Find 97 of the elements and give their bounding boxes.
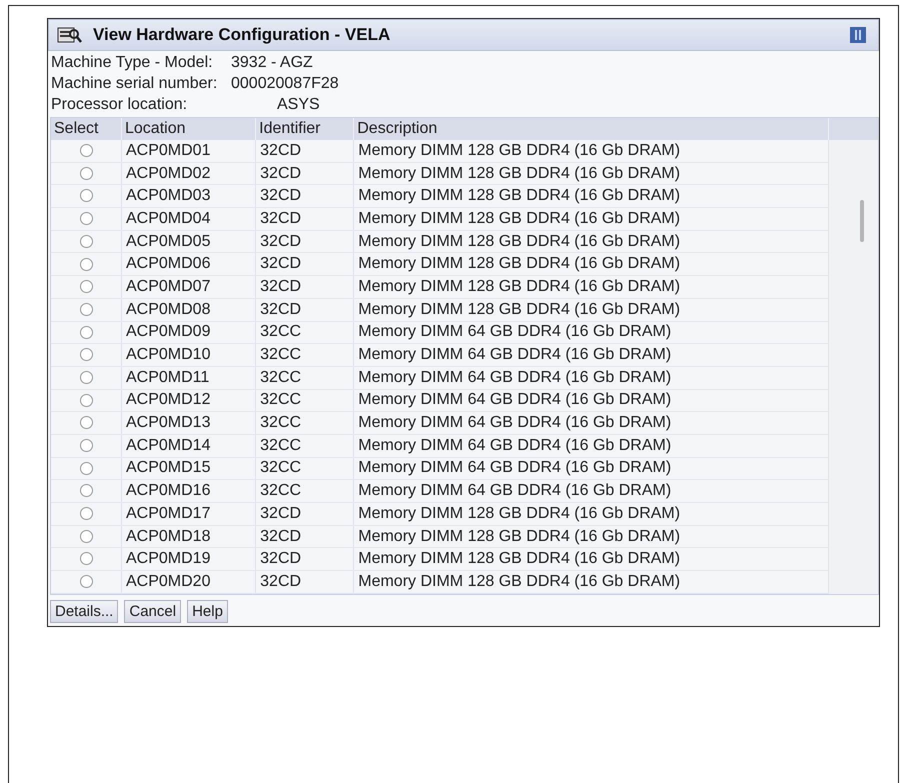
field-value: ASYS [276,95,321,115]
radio-button[interactable] [80,348,92,362]
table-cell: ACP0MD11 [122,366,256,390]
radio-button[interactable] [80,575,92,588]
table-cell: ACP0MD05 [122,230,256,253]
radio-button[interactable] [80,439,92,452]
table-cell: Memory DIMM 64 GB DDR4 (16 Gb DRAM) [354,321,828,344]
table-cell: 32CD [256,140,354,162]
column-header[interactable]: Identifier [256,118,354,140]
table-cell: Memory DIMM 128 GB DDR4 (16 Gb DRAM) [354,276,828,298]
table-cell: Memory DIMM 64 GB DDR4 (16 Gb DRAM) [354,366,828,390]
radio-button[interactable] [80,189,92,202]
radio-button[interactable] [80,302,92,316]
table-cell: 32CD [256,276,354,298]
table-cell: 32CD [256,252,354,276]
table-cell: 32CD [256,184,354,208]
table-cell: 32CD [256,298,354,321]
column-header[interactable]: Description [354,118,828,140]
table-cell: Memory DIMM 128 GB DDR4 (16 Gb DRAM) [354,162,828,185]
table-cell: ACP0MD16 [122,480,256,502]
radio-button[interactable] [80,530,92,543]
table-cell: Memory DIMM 128 GB DDR4 (16 Gb DRAM) [354,140,828,162]
table-cell: Memory DIMM 128 GB DDR4 (16 Gb DRAM) [354,298,828,321]
table-cell: ACP0MD18 [122,525,256,548]
table-cell: 32CD [256,162,354,185]
table-cell: Memory DIMM 64 GB DDR4 (16 Gb DRAM) [354,412,828,434]
window-title: View Hardware Configuration - VELA [93,25,392,45]
table-cell: Memory DIMM 128 GB DDR4 (16 Gb DRAM) [354,184,828,208]
field-value: 3932 - AGZ [230,53,314,73]
table-cell: Memory DIMM 64 GB DDR4 (16 Gb DRAM) [354,389,828,412]
table-cell: ACP0MD09 [122,321,256,344]
table-cell: ACP0MD12 [122,389,256,412]
dialog-button[interactable]: Help [187,600,228,623]
column-header[interactable]: Select [51,118,122,140]
radio-button[interactable] [80,416,92,430]
table-cell: ACP0MD15 [122,457,256,480]
table-cell: ACP0MD10 [122,344,256,366]
table-cell: 32CC [256,321,354,344]
table-cell: Memory DIMM 128 GB DDR4 (16 Gb DRAM) [354,208,828,230]
table-cell: 32CC [256,412,354,434]
table-cell: 32CD [256,570,354,594]
dialog-button[interactable]: Cancel [124,600,182,623]
table-cell: 32CC [256,434,354,458]
table-cell: ACP0MD02 [122,162,256,185]
radio-button[interactable] [80,280,92,294]
table-cell: 32CD [256,502,354,526]
table-cell: 32CC [256,389,354,412]
table-cell: ACP0MD08 [122,298,256,321]
table-cell: Memory DIMM 128 GB DDR4 (16 Gb DRAM) [354,502,828,526]
radio-button[interactable] [80,507,92,520]
table-cell: 32CD [256,525,354,548]
table-cell: ACP0MD19 [122,548,256,571]
table-cell: Memory DIMM 128 GB DDR4 (16 Gb DRAM) [354,548,828,571]
table-cell: ACP0MD17 [122,502,256,526]
radio-button[interactable] [80,462,92,475]
table-cell: Memory DIMM 64 GB DDR4 (16 Gb DRAM) [354,457,828,480]
table-cell: ACP0MD13 [122,412,256,434]
field-label: Machine serial number: [51,74,218,94]
radio-button[interactable] [80,370,92,384]
table-cell: ACP0MD06 [122,252,256,276]
radio-button[interactable] [80,484,92,498]
table-cell: 32CD [256,548,354,571]
table-cell: 32CC [256,344,354,366]
field-label: Machine Type - Model: [51,53,214,73]
radio-button[interactable] [80,394,92,407]
table-cell: Memory DIMM 128 GB DDR4 (16 Gb DRAM) [354,525,828,548]
radio-button[interactable] [80,326,92,339]
radio-button[interactable] [80,552,92,566]
radio-button[interactable] [80,212,92,226]
header-cell [829,118,878,140]
table-cell: Memory DIMM 64 GB DDR4 (16 Gb DRAM) [354,434,828,458]
table-cell: ACP0MD07 [122,276,256,298]
radio-button[interactable] [80,258,92,271]
radio-button[interactable] [80,166,92,180]
table-cell: Memory DIMM 128 GB DDR4 (16 Gb DRAM) [354,230,828,253]
table-cell: 32CC [256,366,354,390]
radio-button[interactable] [80,144,92,158]
info-icon[interactable] [850,27,866,43]
field-label: Processor location: [51,95,188,115]
table-cell: ACP0MD14 [122,434,256,458]
table-cell: Memory DIMM 64 GB DDR4 (16 Gb DRAM) [354,480,828,502]
table-cell: ACP0MD01 [122,140,256,162]
table-cell: Memory DIMM 128 GB DDR4 (16 Gb DRAM) [354,252,828,276]
table-cell: ACP0MD20 [122,570,256,594]
table-cell: Memory DIMM 128 GB DDR4 (16 Gb DRAM) [354,570,828,594]
column-header[interactable]: Location [122,118,256,140]
dialog-button[interactable]: Details... [50,600,118,623]
field-value: 000020087F28 [230,74,340,94]
table-cell: ACP0MD03 [122,184,256,208]
table-cell: 32CC [256,457,354,480]
table-cell: ACP0MD04 [122,208,256,230]
table-cell: Memory DIMM 64 GB DDR4 (16 Gb DRAM) [354,344,828,366]
scrollbar-thumb[interactable] [860,200,864,242]
radio-button[interactable] [80,234,92,248]
table-cell: 32CD [256,230,354,253]
table-cell: 32CD [256,208,354,230]
table-cell: 32CC [256,480,354,502]
